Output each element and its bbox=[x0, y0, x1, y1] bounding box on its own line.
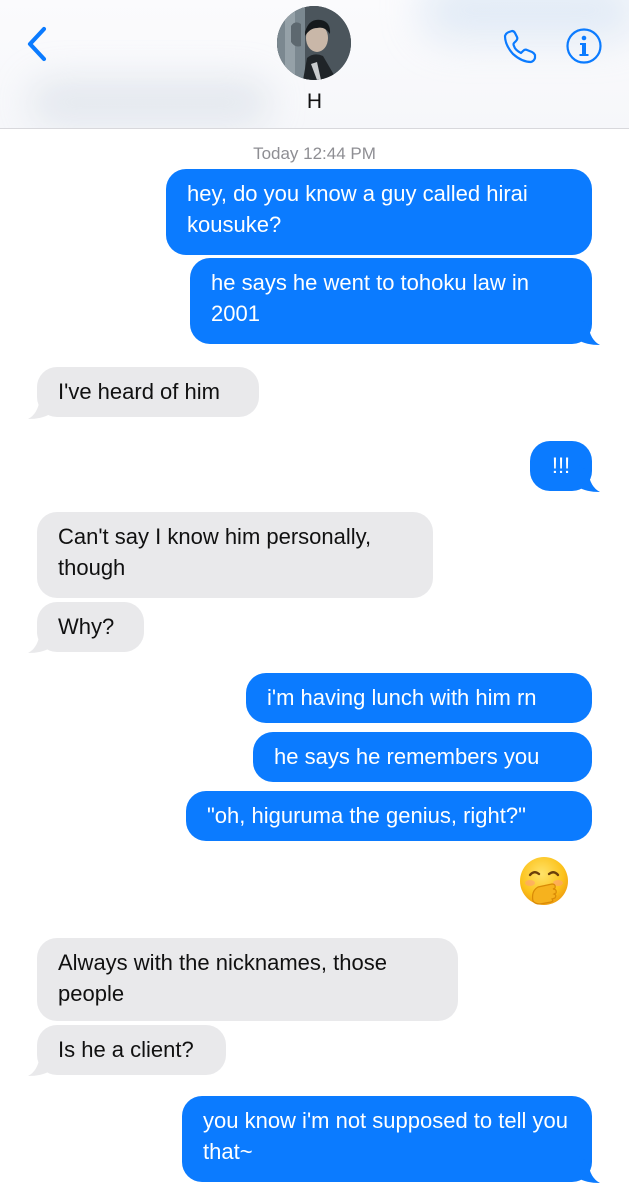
avatar[interactable] bbox=[277, 6, 351, 80]
incoming-message[interactable]: Always with the nicknames, those people bbox=[37, 938, 458, 1021]
conversation-header: H bbox=[0, 0, 629, 129]
outgoing-message[interactable]: "oh, higuruma the genius, right?" bbox=[186, 791, 592, 841]
message-text: he says he went to tohoku law in 2001 bbox=[211, 270, 529, 326]
message-text: Always with the nicknames, those people bbox=[58, 950, 387, 1006]
face-with-hand-over-mouth-icon[interactable] bbox=[518, 855, 570, 907]
outgoing-message[interactable]: he says he went to tohoku law in 2001 bbox=[190, 258, 592, 344]
message-text: "oh, higuruma the genius, right?" bbox=[207, 803, 526, 828]
message-text: i'm having lunch with him rn bbox=[267, 685, 537, 710]
message-text: I've heard of him bbox=[58, 379, 220, 404]
message-text: you know i'm not supposed to tell you th… bbox=[203, 1108, 568, 1164]
message-text: Why? bbox=[58, 614, 115, 639]
message-text: !!! bbox=[551, 453, 571, 478]
incoming-message[interactable]: I've heard of him bbox=[37, 367, 259, 417]
message-text: Can't say I know him personally, though bbox=[58, 524, 372, 580]
bubble-tail bbox=[578, 318, 600, 345]
incoming-message[interactable]: Why? bbox=[37, 602, 144, 652]
avatar-image bbox=[277, 6, 351, 80]
phone-icon[interactable] bbox=[500, 27, 540, 67]
bubble-tail bbox=[578, 1156, 600, 1183]
message-text: hey, do you know a guy called hirai kous… bbox=[187, 181, 528, 237]
outgoing-message[interactable]: hey, do you know a guy called hirai kous… bbox=[166, 169, 592, 255]
bubble-tail bbox=[28, 392, 50, 419]
message-text: Is he a client? bbox=[58, 1037, 194, 1062]
contact-name[interactable]: H bbox=[0, 90, 629, 114]
outgoing-message[interactable]: you know i'm not supposed to tell you th… bbox=[182, 1096, 592, 1182]
bubble-tail bbox=[28, 1049, 50, 1076]
outgoing-message[interactable]: i'm having lunch with him rn bbox=[246, 673, 592, 723]
incoming-message[interactable]: Is he a client? bbox=[37, 1025, 226, 1075]
outgoing-message[interactable]: he says he remembers you bbox=[253, 732, 592, 782]
timestamp: Today 12:44 PM bbox=[253, 144, 376, 163]
bubble-tail bbox=[28, 626, 50, 653]
incoming-message[interactable]: Can't say I know him personally, though bbox=[37, 512, 433, 598]
info-icon[interactable] bbox=[565, 27, 603, 65]
bubble-tail bbox=[578, 465, 600, 492]
back-chevron-icon[interactable] bbox=[22, 24, 56, 64]
message-text: he says he remembers you bbox=[274, 744, 540, 769]
